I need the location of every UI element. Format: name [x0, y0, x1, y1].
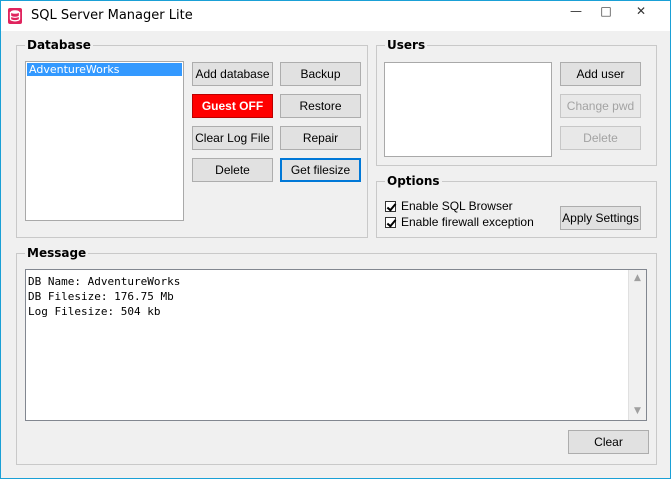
delete-database-button[interactable]: Delete — [192, 158, 273, 182]
window-title: SQL Server Manager Lite — [31, 8, 193, 23]
enable-firewall-checkbox[interactable]: Enable firewall exception — [385, 215, 534, 229]
get-filesize-button[interactable]: Get filesize — [280, 158, 361, 182]
app-window: SQL Server Manager Lite — □ ✕ Database A… — [0, 0, 671, 479]
clear-log-file-button[interactable]: Clear Log File — [192, 126, 273, 150]
users-list[interactable] — [384, 62, 552, 157]
checkbox-checked-icon[interactable] — [385, 216, 396, 228]
close-icon[interactable]: ✕ — [618, 1, 664, 21]
list-item-adventureworks[interactable]: AdventureWorks — [27, 63, 182, 76]
change-password-button[interactable]: Change pwd — [560, 94, 641, 118]
guest-toggle-button[interactable]: Guest OFF — [192, 94, 273, 118]
message-text: DB Name: AdventureWorks DB Filesize: 176.… — [28, 274, 180, 319]
message-line: DB Name: AdventureWorks — [28, 275, 181, 288]
users-legend: Users — [387, 38, 426, 52]
enable-sql-browser-label: Enable SQL Browser — [401, 199, 513, 213]
minimize-icon[interactable]: — — [561, 1, 591, 21]
options-legend: Options — [387, 174, 440, 188]
add-user-button[interactable]: Add user — [560, 62, 641, 86]
database-legend: Database — [27, 38, 91, 52]
backup-button[interactable]: Backup — [280, 62, 361, 86]
apply-settings-button[interactable]: Apply Settings — [560, 206, 641, 230]
scroll-down-icon[interactable]: ▼ — [629, 403, 646, 420]
scroll-up-icon[interactable]: ▲ — [629, 270, 646, 287]
message-textarea[interactable]: DB Name: AdventureWorks DB Filesize: 176.… — [25, 269, 647, 421]
repair-button[interactable]: Repair — [280, 126, 361, 150]
enable-firewall-label: Enable firewall exception — [401, 215, 534, 229]
enable-sql-browser-checkbox[interactable]: Enable SQL Browser — [385, 199, 513, 213]
message-line: DB Filesize: 176.75 Mb — [28, 290, 174, 303]
vertical-scrollbar[interactable]: ▲ ▼ — [628, 270, 646, 420]
message-legend: Message — [27, 246, 87, 260]
database-app-icon — [8, 8, 22, 24]
maximize-icon[interactable]: □ — [591, 1, 621, 21]
delete-user-button[interactable]: Delete — [560, 126, 641, 150]
add-database-button[interactable]: Add database — [192, 62, 273, 86]
message-line: Log Filesize: 504 kb — [28, 305, 161, 318]
checkbox-checked-icon[interactable] — [385, 200, 396, 212]
restore-button[interactable]: Restore — [280, 94, 361, 118]
clear-button[interactable]: Clear — [568, 430, 649, 454]
database-list[interactable]: AdventureWorks — [25, 61, 184, 221]
title-bar[interactable]: SQL Server Manager Lite — □ ✕ — [1, 1, 670, 31]
